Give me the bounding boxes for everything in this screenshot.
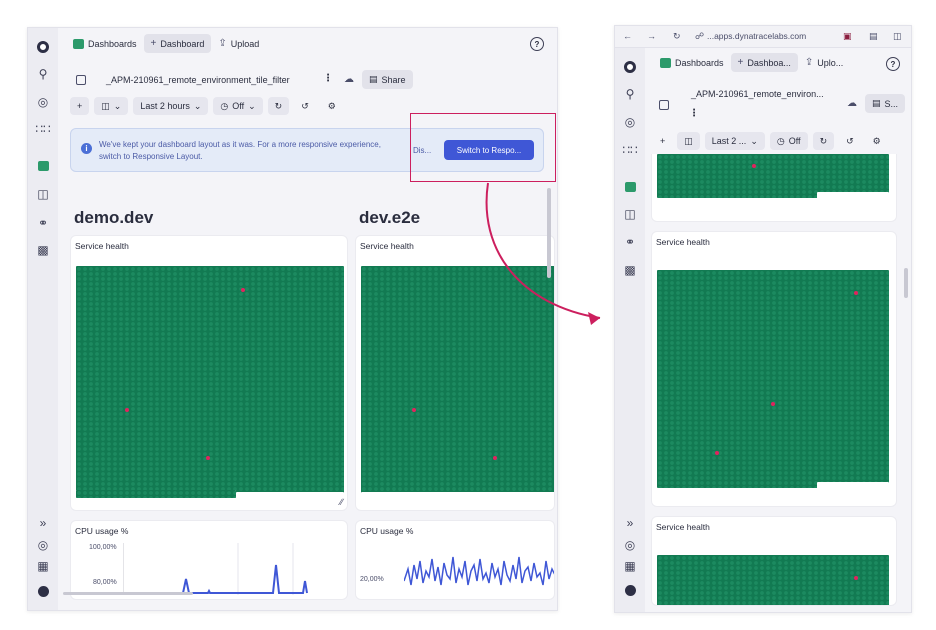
annotation-arrow: [485, 182, 601, 325]
